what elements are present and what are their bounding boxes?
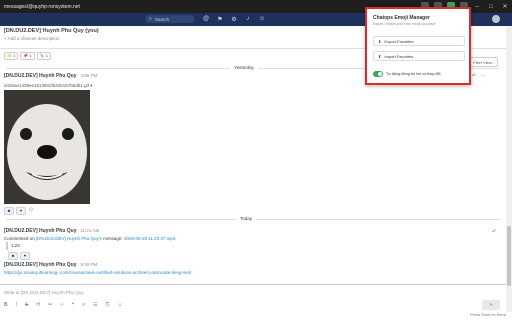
send-button[interactable]: ➤ xyxy=(482,300,500,310)
download-icon: ⬇ xyxy=(378,38,382,44)
reply-icon[interactable]: ↶ xyxy=(472,73,476,79)
post-header: [DN.DU2.DEV] Huynh Phu Quy 3:56 PM xyxy=(4,73,97,79)
auto-sync-label: Tự động đồng bộ khi có thay đổi xyxy=(386,72,441,76)
export-favorites-button[interactable]: ⬇ Export Favorites xyxy=(373,36,465,46)
link-icon[interactable]: ⚯ xyxy=(48,302,52,308)
export-label: Export Favorites xyxy=(384,38,414,44)
post-time[interactable]: 11:21 AM xyxy=(81,228,100,233)
more-icon[interactable]: ⋯ xyxy=(480,73,485,79)
code-icon[interactable]: ‹› xyxy=(60,302,63,308)
post-header: [DN.DU2.DEV] Huynh Phu Quy 9:49 PM xyxy=(4,262,97,268)
format-toolbar: B I S H ⚯ ‹› ❝ ≡ ☰ ⎘ ☺ xyxy=(4,302,123,308)
bookmark-icon[interactable]: ⚑ xyxy=(216,15,224,23)
reaction[interactable]: ♥ xyxy=(16,207,26,215)
pinned-bar: 📁 1 📌 1 📎 1 xyxy=(4,52,51,60)
comment-target-link[interactable]: [DN.DU2.DEV] Huynh Phu Quy's xyxy=(36,236,102,241)
pin-item[interactable]: 📌 1 xyxy=(20,52,35,60)
quote-icon[interactable]: ❝ xyxy=(72,302,75,308)
send-hint: Press Enter to Send xyxy=(470,312,506,317)
emoji-manager-popup: Chatops Emoji Manager Export / import yo… xyxy=(365,7,471,85)
message-input[interactable]: Write to [DN.DU2.DEV] Huynh Phu Quy xyxy=(4,290,83,295)
at-icon[interactable]: @ xyxy=(202,15,210,23)
upload-icon: ⬆ xyxy=(378,53,382,59)
filter-view-button[interactable]: Filter View... xyxy=(470,57,498,67)
import-label: Import Favorites xyxy=(384,53,414,59)
avatar[interactable] xyxy=(492,15,500,23)
reply-icon[interactable]: ↶ xyxy=(492,229,496,235)
popup-title: Chatops Emoji Manager xyxy=(373,15,430,21)
post-actions: ↶ xyxy=(492,229,496,235)
bold-icon[interactable]: B xyxy=(4,302,8,308)
post-author[interactable]: [DN.DU2.DEV] Huynh Phu Quy xyxy=(4,262,77,268)
gear-icon[interactable]: ⚙ xyxy=(230,15,238,23)
import-favorites-button[interactable]: ⬆ Import Favorites xyxy=(373,51,465,61)
pin-item[interactable]: 📁 1 xyxy=(4,52,19,60)
window-title: messages/@quyhp-ronsystem.net xyxy=(4,3,80,10)
scrollbar[interactable] xyxy=(506,26,512,312)
popup-subtitle: Export / import your own emoji you want xyxy=(373,22,436,26)
attachment-filename[interactable]: d425ae1438ee1513601f5426167b6d51.gif ▾ xyxy=(4,83,92,89)
attach-icon[interactable]: ⎘ xyxy=(106,302,110,308)
gif-attachment-image[interactable] xyxy=(4,90,90,204)
strikethrough-icon[interactable]: S xyxy=(25,302,28,308)
channel-name[interactable]: [DN.DU2.DEV] Huynh Phu Quy (you) xyxy=(4,28,99,34)
search-icon: ⌕ xyxy=(149,16,152,22)
post-author[interactable]: [DN.DU2.DEV] Huynh Phu Quy xyxy=(4,228,77,234)
comment-context: Commented on [DN.DU2.DEV] Huynh Phu Quy'… xyxy=(4,236,175,241)
numbered-list-icon[interactable]: ☰ xyxy=(93,302,97,308)
close-icon[interactable]: ✕ xyxy=(498,0,512,13)
window-controls: – □ ✕ xyxy=(470,0,512,13)
channel-description[interactable]: + Add a channel description xyxy=(4,36,59,41)
bullet-list-icon[interactable]: ≡ xyxy=(82,302,85,308)
post-header: [DN.DU2.DEV] Huynh Phu Quy 11:21 AM xyxy=(4,228,99,234)
reaction[interactable]: ♥ xyxy=(20,252,30,260)
topbar-icons: @ ⚑ ⚙ ♪ ☺ xyxy=(202,15,266,23)
search-placeholder: Search xyxy=(154,16,170,22)
minimize-icon[interactable]: – xyxy=(470,0,484,13)
bell-icon[interactable]: ♪ xyxy=(244,15,252,23)
date-separator-label: Yesterday xyxy=(230,65,258,70)
comment-file-link[interactable]: 2026-06-29 11.23.37.mp4 xyxy=(124,236,175,241)
heading-icon[interactable]: H xyxy=(36,302,40,308)
message-composer: Write to [DN.DU2.DEV] Huynh Phu Quy B I … xyxy=(0,284,512,315)
auto-sync-toggle[interactable] xyxy=(373,71,383,77)
quote-text: 1:23 xyxy=(11,243,20,248)
quote-block: 1:23 xyxy=(6,242,20,250)
search-input[interactable]: ⌕ Search xyxy=(146,15,194,23)
maximize-icon[interactable]: □ xyxy=(484,0,498,13)
comment-mid: message: xyxy=(101,236,124,241)
reactions: ☻ ♥ xyxy=(8,252,30,260)
user-icon[interactable]: ☺ xyxy=(258,15,266,23)
pin-item[interactable]: 📎 1 xyxy=(36,52,51,60)
date-separator-label: Today xyxy=(236,216,257,221)
message-link[interactable]: https://go.sunasy.itlearning-.com/course… xyxy=(4,270,191,275)
post-time[interactable]: 9:49 PM xyxy=(81,262,98,267)
reaction[interactable]: ☻ xyxy=(8,252,18,260)
emoji-icon[interactable]: ☺ xyxy=(118,302,123,308)
reactions: ☻ ♥ ☺ xyxy=(4,207,34,215)
add-reaction-icon[interactable]: ☺ xyxy=(28,207,34,215)
comment-prefix: Commented on xyxy=(4,236,37,241)
post-author[interactable]: [DN.DU2.DEV] Huynh Phu Quy xyxy=(4,73,77,79)
italic-icon[interactable]: I xyxy=(16,302,17,308)
post-actions: ↶ ⋯ xyxy=(472,73,485,79)
scrollbar-thumb[interactable] xyxy=(507,226,511,286)
reaction[interactable]: ☻ xyxy=(4,207,14,215)
post-time[interactable]: 3:56 PM xyxy=(81,73,98,78)
